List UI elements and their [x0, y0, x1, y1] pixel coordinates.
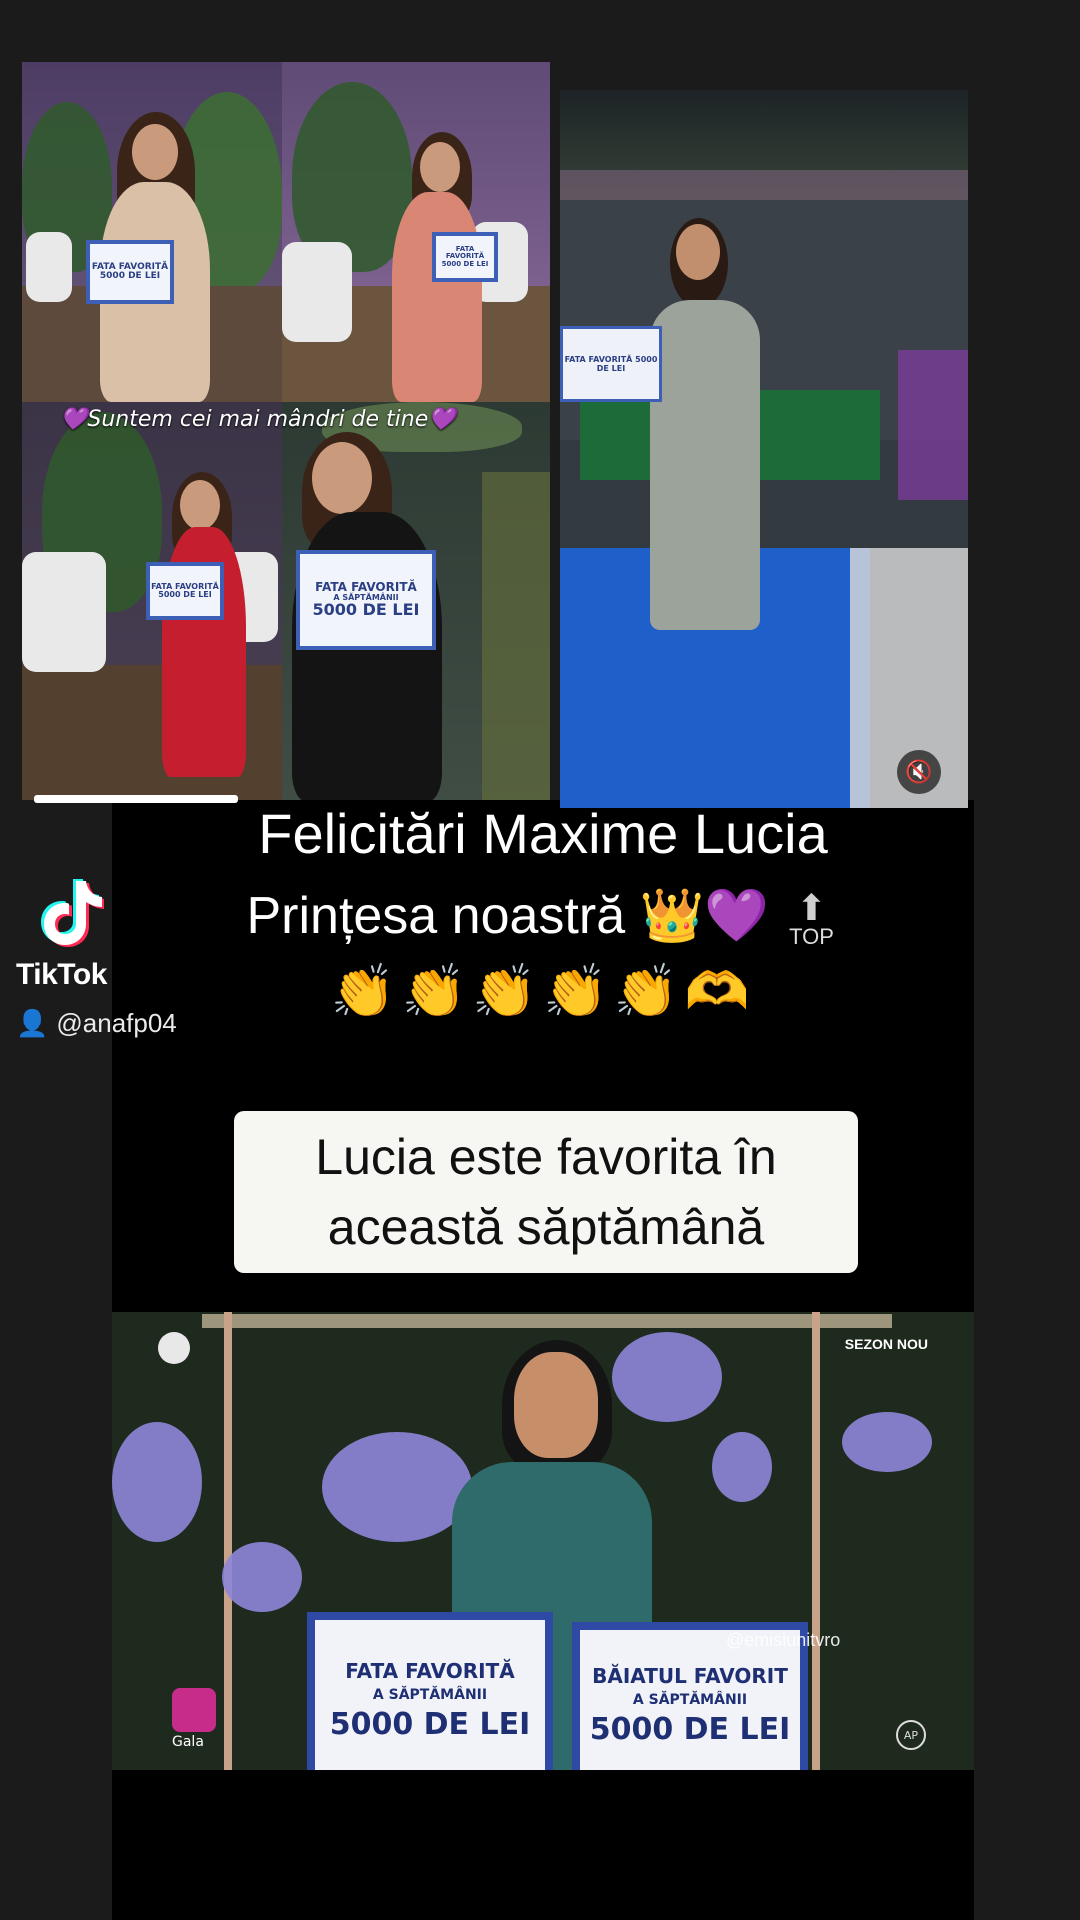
sign4-line3: 5000 DE LEI: [312, 600, 420, 620]
sezon-nou-label: SEZON NOU: [844, 1336, 928, 1352]
sign-right-t1: BĂIATUL FAVORIT: [592, 1663, 788, 1688]
headline-line-1: Felicitări Maxime Lucia: [258, 802, 828, 865]
sign-girl-favorite: FATA FAVORITĂ A SĂPTĂMÂNII 5000 DE LEI: [307, 1612, 553, 1770]
top-badge-label: TOP: [789, 924, 834, 950]
sign-right-t3: 5000 DE LEI: [589, 1711, 791, 1747]
tv-watermark: @emisiunitvro: [726, 1630, 841, 1650]
gala-label: Gala: [172, 1734, 204, 1750]
right-photo: FATA FAVORITĂ 5000 DE LEI: [560, 90, 968, 808]
sign-left-t2: A SĂPTĂMÂNII: [372, 1686, 488, 1703]
subtitle-line-2: această săptămână: [327, 1199, 765, 1255]
user-icon: 👤: [16, 1008, 49, 1038]
ap-badge: AP: [896, 1720, 926, 1750]
sign-left-t1: FATA FAVORITĂ: [345, 1658, 515, 1683]
collage-tile-4: FATA FAVORITĂ A SĂPTĂMÂNII 5000 DE LEI: [282, 402, 550, 800]
show-logo-icon: [172, 1688, 216, 1732]
collage-sign-2: FATA FAVORITĂ 5000 DE LEI: [432, 232, 498, 282]
collage-tile-1: FATA FAVORITĂ 5000 DE LEI: [22, 62, 282, 402]
tiktok-logo-icon: [41, 879, 104, 947]
presenter: [514, 1352, 598, 1458]
collage-tile-2: FATA FAVORITĂ 5000 DE LEI: [282, 62, 550, 402]
headline-line-2: Prințesa noastră 👑💜 ⬆ TOP: [112, 880, 974, 952]
collage-sign-4: FATA FAVORITĂ A SĂPTĂMÂNII 5000 DE LEI: [296, 550, 436, 650]
tiktok-brand: TikTok: [16, 958, 107, 991]
subtitle-box: Lucia este favorita în această săptămână: [234, 1111, 858, 1273]
top-arrow-icon: ⬆: [796, 887, 827, 929]
subtitle-line-1: Lucia este favorita în: [315, 1129, 777, 1185]
collage-sign-1: FATA FAVORITĂ 5000 DE LEI: [86, 240, 174, 304]
mute-icon: 🔇: [905, 759, 933, 785]
collage-sign-3: FATA FAVORITĂ 5000 DE LEI: [146, 562, 224, 620]
mute-button[interactable]: 🔇: [897, 750, 941, 794]
tiktok-username-text: @anafp04: [56, 1008, 177, 1038]
headline-line-3: 👏👏👏👏👏🫶: [330, 963, 756, 1021]
right-photo-sign: FATA FAVORITĂ 5000 DE LEI: [560, 326, 662, 402]
headline-line-2-text: Prințesa noastră 👑💜: [246, 887, 770, 945]
sign-right-t2: A SĂPTĂMÂNII: [632, 1691, 748, 1708]
sign-left-t3: 5000 DE LEI: [329, 1706, 531, 1742]
bottom-photo: FATA FAVORITĂ A SĂPTĂMÂNII 5000 DE LEI B…: [112, 1312, 974, 1770]
top-badge: ⬆ TOP: [784, 890, 840, 948]
collage-tile-3: FATA FAVORITĂ 5000 DE LEI: [22, 402, 282, 800]
collage-caption: 💜Suntem cei mai mândri de tine💜: [60, 407, 456, 432]
sign4-line1: FATA FAVORITĂ: [315, 580, 417, 595]
headline: Felicitări Maxime Lucia Prințesa noastră…: [112, 800, 974, 1028]
channel-logo-icon: [158, 1332, 190, 1364]
tiktok-username[interactable]: 👤 @anafp04: [16, 1008, 177, 1039]
light-strip: [202, 1314, 892, 1328]
